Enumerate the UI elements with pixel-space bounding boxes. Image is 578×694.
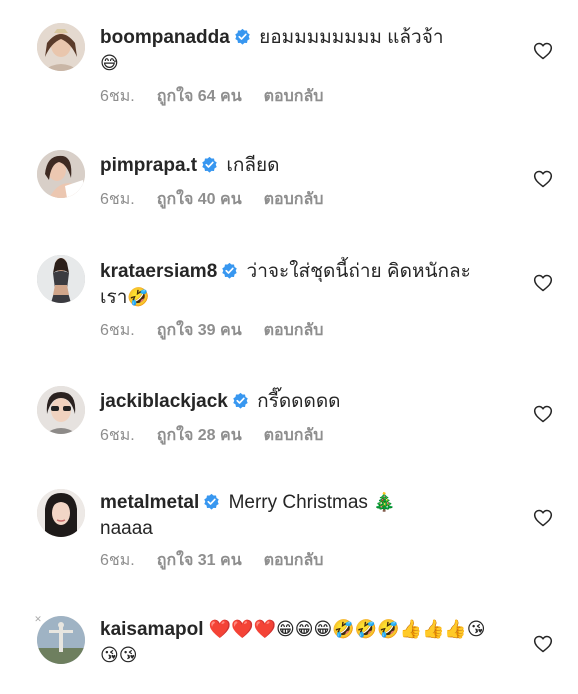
comment-emoji: 🤣 — [127, 287, 150, 308]
comment-message: Merry Christmas — [228, 492, 368, 513]
reply-button[interactable]: ตอบกลับ — [264, 552, 324, 569]
comment-username[interactable]: krataersiam8 — [100, 261, 217, 282]
comment-meta: 6ชม. ถูกใจ 31 คน ตอบกลับ — [100, 551, 323, 571]
verified-badge-icon — [232, 392, 249, 409]
comment-text-block: boompanadda ยอมมมมมมมม แล้วจ้า 😅 — [100, 25, 495, 77]
comment-meta: 6ชม. ถูกใจ 40 คน ตอบกลับ — [100, 190, 323, 210]
reply-button[interactable]: ตอบกลับ — [264, 322, 324, 339]
comment-likes[interactable]: ถูกใจ 28 คน — [157, 427, 242, 444]
comment-emoji: 🎄 — [373, 492, 396, 513]
avatar[interactable] — [37, 489, 85, 537]
comment-time: 6ชม. — [100, 427, 135, 444]
comment-message: ยอมมมมมมมม แล้วจ้า — [259, 27, 444, 48]
comment-message: เกลียด — [226, 155, 280, 176]
comment-likes[interactable]: ถูกใจ 39 คน — [157, 322, 242, 339]
comment-username[interactable]: jackiblackjack — [100, 391, 228, 412]
avatar[interactable] — [37, 616, 85, 664]
comment-username[interactable]: metalmetal — [100, 492, 199, 513]
verified-badge-icon — [203, 493, 220, 510]
comment-text-block: kaisamapol ❤️❤️❤️😁😁😁🤣🤣🤣👍👍👍😘😘😘 — [100, 617, 495, 669]
heart-outline-icon[interactable] — [533, 273, 553, 293]
close-icon[interactable]: ✕ — [33, 614, 43, 624]
comment-message: กรี๊ดดดดด — [257, 391, 341, 412]
heart-outline-icon[interactable] — [533, 404, 553, 424]
comment-text-block: krataersiam8 ว่าจะใส่ชุดนี้ถ่าย คิดหนักล… — [100, 259, 495, 311]
heart-outline-icon[interactable] — [533, 169, 553, 189]
verified-badge-icon — [221, 262, 238, 279]
comment-time: 6ชม. — [100, 552, 135, 569]
heart-outline-icon[interactable] — [533, 634, 553, 654]
reply-button[interactable]: ตอบกลับ — [264, 88, 324, 105]
avatar[interactable] — [37, 150, 85, 198]
comment-text-block: jackiblackjack กรี๊ดดดดด — [100, 389, 495, 415]
verified-badge-icon — [234, 28, 251, 45]
avatar[interactable] — [37, 386, 85, 434]
comment-text-block: pimprapa.t เกลียด — [100, 153, 495, 179]
avatar[interactable] — [37, 23, 85, 71]
comment-likes[interactable]: ถูกใจ 31 คน — [157, 552, 242, 569]
comment-text-block: metalmetal Merry Christmas 🎄 naaaa — [100, 490, 495, 542]
comment-message-continued: naaaa — [100, 518, 153, 539]
comment-meta: 6ชม. ถูกใจ 28 คน ตอบกลับ — [100, 426, 323, 446]
comment-likes[interactable]: ถูกใจ 40 คน — [157, 191, 242, 208]
comment-time: 6ชม. — [100, 191, 135, 208]
reply-button[interactable]: ตอบกลับ — [264, 191, 324, 208]
comment-emoji: 😅 — [100, 53, 119, 74]
heart-outline-icon[interactable] — [533, 508, 553, 528]
heart-outline-icon[interactable] — [533, 41, 553, 61]
comment-username[interactable]: kaisamapol — [100, 619, 204, 640]
reply-button[interactable]: ตอบกลับ — [264, 427, 324, 444]
comment-username[interactable]: boompanadda — [100, 27, 230, 48]
avatar[interactable] — [37, 255, 85, 303]
comment-meta: 6ชม. ถูกใจ 64 คน ตอบกลับ — [100, 87, 323, 107]
comment-meta: 6ชม. ถูกใจ 39 คน ตอบกลับ — [100, 321, 323, 341]
comment-username[interactable]: pimprapa.t — [100, 155, 197, 176]
comment-time: 6ชม. — [100, 88, 135, 105]
verified-badge-icon — [201, 156, 218, 173]
comment-time: 6ชม. — [100, 322, 135, 339]
comment-likes[interactable]: ถูกใจ 64 คน — [157, 88, 242, 105]
